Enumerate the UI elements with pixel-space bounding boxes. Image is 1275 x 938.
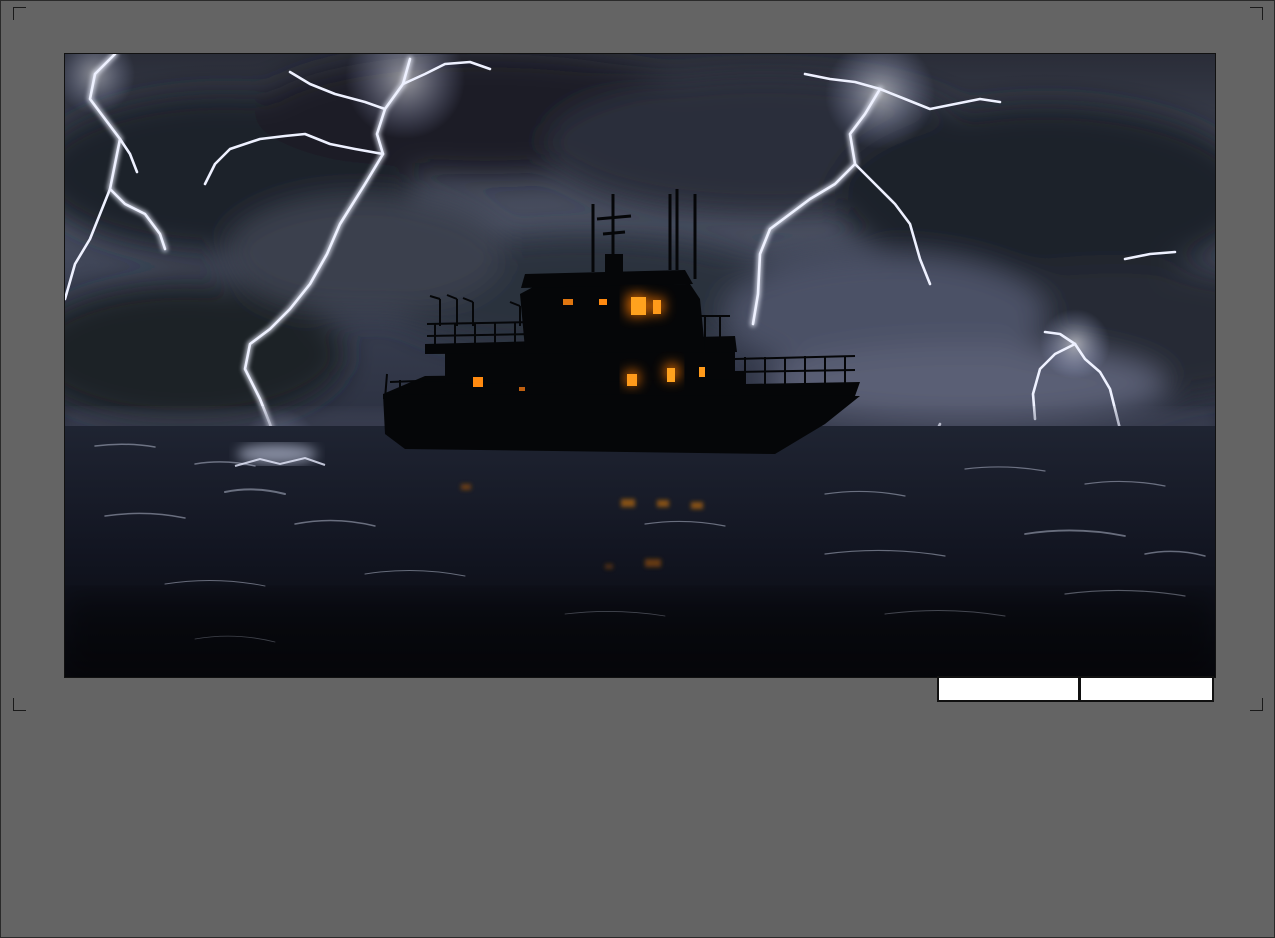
crop-mark-top-left bbox=[13, 7, 26, 20]
storm-scene-illustration bbox=[65, 54, 1215, 677]
crop-mark-bottom-left bbox=[13, 698, 26, 711]
crop-mark-bottom-right bbox=[1250, 698, 1263, 711]
crop-mark-top-right bbox=[1250, 7, 1263, 20]
caption-field-1[interactable] bbox=[937, 676, 1080, 702]
storm-ship-image[interactable] bbox=[64, 53, 1216, 678]
bottom-vignette bbox=[65, 594, 1215, 677]
caption-field-2[interactable] bbox=[1079, 676, 1214, 702]
